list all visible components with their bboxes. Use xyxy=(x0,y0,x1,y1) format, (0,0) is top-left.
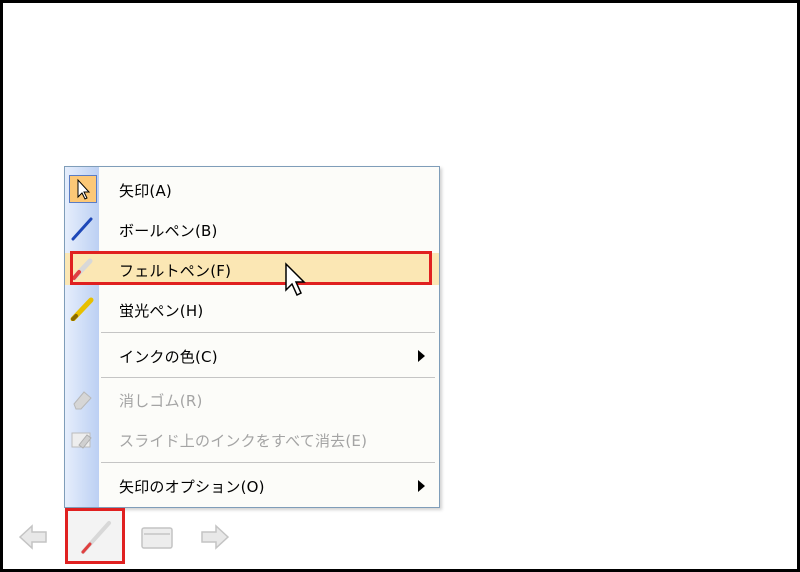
menu-item-felt-pen[interactable]: フェルトペン(F) xyxy=(65,253,439,285)
next-arrow-icon[interactable] xyxy=(198,522,230,552)
menu-item-ink-color[interactable]: インクの色(C) xyxy=(65,337,439,373)
menu-separator xyxy=(101,462,435,463)
menu-item-ballpoint-pen[interactable]: ボールペン(B) xyxy=(65,211,439,247)
slide-menu-icon[interactable] xyxy=(140,524,174,552)
menu-item-label: 消しゴム(R) xyxy=(119,392,203,410)
pen-icon xyxy=(81,521,111,554)
submenu-arrow-icon xyxy=(418,480,425,492)
previous-arrow-icon[interactable] xyxy=(18,522,50,552)
felt-pen-icon xyxy=(71,258,93,281)
arrow-pointer-icon xyxy=(77,178,91,200)
erase-all-ink-icon xyxy=(71,432,92,449)
menu-item-arrow-options[interactable]: 矢印のオプション(O) xyxy=(65,467,439,503)
pointer-options-menu: 矢印(A) ボールペン(B) フェルトペン(F) 蛍光ペン(H) インクの色(C… xyxy=(64,166,440,508)
menu-separator xyxy=(101,377,435,378)
menu-item-label: 矢印のオプション(O) xyxy=(119,478,265,496)
mouse-cursor-icon xyxy=(285,262,306,297)
menu-item-label: フェルトペン(F) xyxy=(119,262,232,280)
menu-separator xyxy=(101,332,435,333)
pen-button[interactable] xyxy=(65,508,125,564)
menu-item-arrow[interactable]: 矢印(A) xyxy=(65,171,439,207)
menu-item-label: ボールペン(B) xyxy=(119,222,218,240)
menu-item-highlighter[interactable]: 蛍光ペン(H) xyxy=(65,291,439,327)
menu-item-erase-all-ink[interactable]: スライド上のインクをすべて消去(E) xyxy=(65,421,439,457)
menu-item-eraser[interactable]: 消しゴム(R) xyxy=(65,381,439,417)
ballpoint-pen-icon xyxy=(71,217,93,241)
highlighter-icon xyxy=(70,297,94,321)
menu-item-label: 蛍光ペン(H) xyxy=(119,302,204,320)
menu-item-label: スライド上のインクをすべて消去(E) xyxy=(119,432,368,450)
menu-item-label: 矢印(A) xyxy=(119,182,172,200)
eraser-icon xyxy=(73,391,92,410)
submenu-arrow-icon xyxy=(418,350,425,362)
menu-item-label: インクの色(C) xyxy=(119,348,218,366)
